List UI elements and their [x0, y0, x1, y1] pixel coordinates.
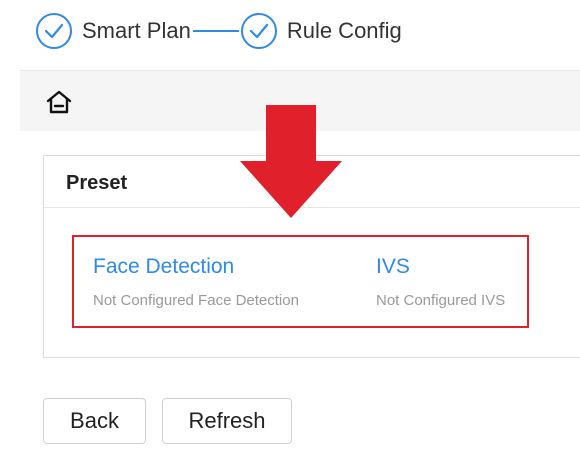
- annotation-highlight-box: Face Detection Not Configured Face Detec…: [72, 235, 529, 328]
- refresh-button[interactable]: Refresh: [162, 398, 292, 444]
- step-smart-plan-check-icon: [36, 13, 72, 49]
- plan-face-detection-status: Not Configured Face Detection: [93, 292, 299, 309]
- plan-ivs-link[interactable]: IVS: [376, 255, 505, 279]
- step-indicator: Smart Plan Rule Config: [36, 12, 402, 50]
- home-icon[interactable]: [45, 88, 73, 116]
- plan-ivs-status: Not Configured IVS: [376, 292, 506, 309]
- plan-ivs[interactable]: IVS Not Configured IVS: [376, 255, 505, 309]
- plan-face-detection[interactable]: Face Detection Not Configured Face Detec…: [93, 255, 299, 309]
- step-connector: [192, 30, 239, 32]
- step-rule-config-check-icon: [240, 13, 277, 49]
- back-button[interactable]: Back: [43, 398, 146, 444]
- step-rule-config-label: Rule Config: [286, 18, 402, 43]
- plan-face-detection-link[interactable]: Face Detection: [93, 255, 299, 279]
- step-smart-plan-label: Smart Plan: [82, 18, 191, 43]
- annotation-down-arrow-icon: [240, 105, 342, 218]
